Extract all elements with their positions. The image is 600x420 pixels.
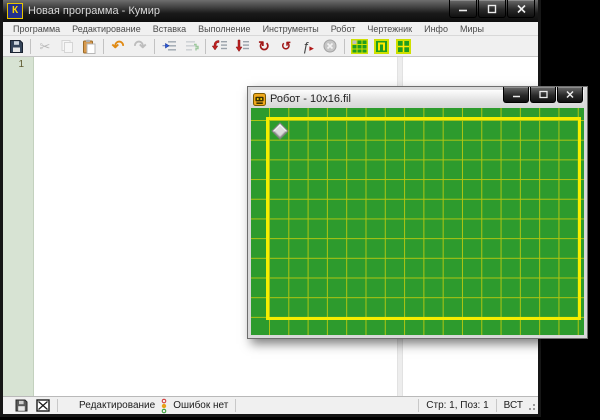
run-function-button[interactable]: ƒ▸	[297, 37, 319, 55]
status-overwrite-mode: ВСТ	[504, 400, 523, 411]
step-into-button[interactable]	[231, 37, 253, 55]
status-errors: Ошибок нет	[173, 400, 228, 411]
chertezhnik-icon	[374, 39, 389, 54]
step-over-button[interactable]: ↻	[253, 37, 275, 55]
paste-icon	[82, 39, 96, 54]
robot-minimize-button[interactable]	[503, 87, 529, 103]
menu-programma[interactable]: Программа	[7, 24, 66, 34]
main-title-bar[interactable]: К Новая программа - Кумир	[3, 0, 538, 22]
toolbar-separator	[205, 39, 206, 54]
line-number: 1	[3, 59, 33, 70]
close-button[interactable]	[507, 0, 535, 18]
minimize-button[interactable]	[449, 0, 477, 18]
minimize-icon	[457, 4, 469, 13]
copy-icon	[60, 39, 74, 53]
run-to-line-button[interactable]	[209, 37, 231, 55]
maximize-button[interactable]	[478, 0, 506, 18]
menu-redaktirovanie[interactable]: Редактирование	[66, 24, 147, 34]
show-grid-button[interactable]	[392, 37, 414, 55]
status-separator	[418, 399, 419, 412]
insert-block-button[interactable]	[158, 37, 180, 55]
maximize-icon	[538, 90, 549, 99]
toolbar: ✂ ↶ ↷	[3, 36, 538, 57]
minimize-icon	[511, 91, 522, 99]
step-into-icon	[234, 39, 250, 53]
show-robot-field-button[interactable]	[348, 37, 370, 55]
main-window-controls	[448, 0, 535, 18]
menu-instrumenty[interactable]: Инструменты	[257, 24, 325, 34]
toolbar-separator	[344, 39, 345, 54]
close-icon	[565, 90, 575, 99]
robot-field[interactable]	[251, 108, 584, 335]
close-icon	[516, 4, 527, 14]
menu-bar: Программа Редактирование Вставка Выполне…	[3, 22, 538, 36]
step-out-icon: ↺	[281, 40, 291, 52]
undo-icon: ↶	[112, 39, 125, 54]
save-icon	[9, 39, 24, 54]
add-line-icon	[184, 39, 199, 53]
robot-window-title: Робот - 10x16.fil	[270, 93, 351, 105]
kumir-app-icon[interactable]: К	[7, 3, 23, 19]
toolbar-separator	[103, 39, 104, 54]
status-separator	[496, 399, 497, 412]
cut-icon: ✂	[40, 40, 51, 53]
run-function-icon: ƒ▸	[302, 40, 314, 53]
main-window-title: Новая программа - Кумир	[28, 5, 160, 17]
add-line-button[interactable]	[180, 37, 202, 55]
traffic-light-icon	[160, 398, 168, 414]
show-chertezhnik-button[interactable]	[370, 37, 392, 55]
close-indicator-icon	[36, 399, 50, 412]
status-bar: Редактирование Ошибок нет Стр: 1, Поз: 1…	[3, 396, 538, 414]
redo-button[interactable]: ↷	[129, 37, 151, 55]
menu-chertezhnik[interactable]: Чертежник	[361, 24, 418, 34]
toolbar-separator	[30, 39, 31, 54]
stop-button[interactable]	[319, 37, 341, 55]
cut-button[interactable]: ✂	[34, 37, 56, 55]
grid-cross-icon	[396, 39, 411, 54]
robot-window: Робот - 10x16.fil	[247, 86, 588, 339]
save-button[interactable]	[5, 37, 27, 55]
maximize-icon	[486, 4, 498, 14]
robot-close-button[interactable]	[557, 87, 583, 103]
copy-button[interactable]	[56, 37, 78, 55]
undo-button[interactable]: ↶	[107, 37, 129, 55]
insert-block-icon	[162, 39, 177, 53]
step-over-icon: ↻	[258, 39, 270, 53]
modified-indicator-icon	[15, 399, 28, 412]
paste-button[interactable]	[78, 37, 100, 55]
robot-window-controls	[502, 87, 583, 103]
status-mode: Редактирование	[79, 400, 155, 411]
run-to-line-icon	[212, 39, 228, 53]
menu-robot[interactable]: Робот	[325, 24, 362, 34]
toolbar-separator	[154, 39, 155, 54]
status-separator	[235, 399, 236, 412]
menu-vypolnenie[interactable]: Выполнение	[192, 24, 256, 34]
resize-grip[interactable]	[527, 402, 536, 414]
status-line-col: Стр: 1, Поз: 1	[426, 400, 488, 411]
redo-icon: ↷	[134, 39, 147, 54]
status-separator	[57, 399, 58, 412]
line-number-gutter: 1	[3, 57, 34, 396]
robot-title-bar[interactable]: Робот - 10x16.fil	[251, 90, 584, 108]
step-out-button[interactable]: ↺	[275, 37, 297, 55]
stop-icon	[323, 39, 337, 53]
menu-vstavka[interactable]: Вставка	[147, 24, 192, 34]
robot-app-icon	[253, 93, 266, 106]
menu-info[interactable]: Инфо	[418, 24, 454, 34]
robot-maximize-button[interactable]	[530, 87, 556, 103]
menu-miry[interactable]: Миры	[454, 24, 490, 34]
robot-field-icon	[351, 39, 368, 54]
field-wall-border	[266, 117, 581, 320]
